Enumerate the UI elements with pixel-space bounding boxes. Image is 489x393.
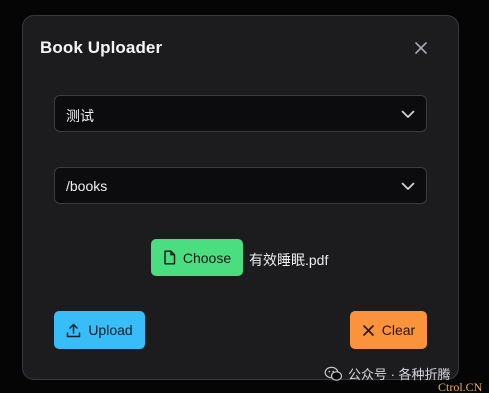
clear-button-label: Clear: [381, 322, 416, 338]
close-icon[interactable]: [413, 40, 429, 56]
library-select[interactable]: 测试: [54, 95, 427, 132]
app-stage: Book Uploader 测试 /books Choose 有效睡眠.pdf …: [0, 0, 489, 393]
clear-button[interactable]: Clear: [350, 311, 427, 349]
book-uploader-dialog: Book Uploader 测试 /books Choose 有效睡眠.pdf …: [22, 15, 459, 380]
path-select[interactable]: /books: [54, 167, 427, 204]
choose-button-label: Choose: [182, 249, 232, 266]
chevron-down-icon: [401, 108, 415, 120]
dialog-title: Book Uploader: [40, 38, 163, 57]
upload-button-label: Upload: [88, 322, 133, 338]
upload-icon: [66, 323, 81, 338]
path-select-value: /books: [66, 178, 108, 194]
site-watermark: Ctrol.CN: [438, 380, 483, 393]
watermark-text: 公众号 · 各种折腾: [348, 367, 451, 382]
selected-file-name: 有效睡眠.pdf: [249, 252, 329, 268]
chevron-down-icon: [401, 180, 415, 192]
choose-file-button[interactable]: Choose: [151, 239, 243, 276]
x-icon: [362, 324, 375, 337]
library-select-value: 测试: [66, 108, 94, 124]
watermark: 公众号 · 各种折腾: [324, 364, 451, 383]
file-icon: [163, 250, 176, 265]
wechat-icon: [324, 366, 343, 382]
upload-button[interactable]: Upload: [54, 311, 145, 349]
